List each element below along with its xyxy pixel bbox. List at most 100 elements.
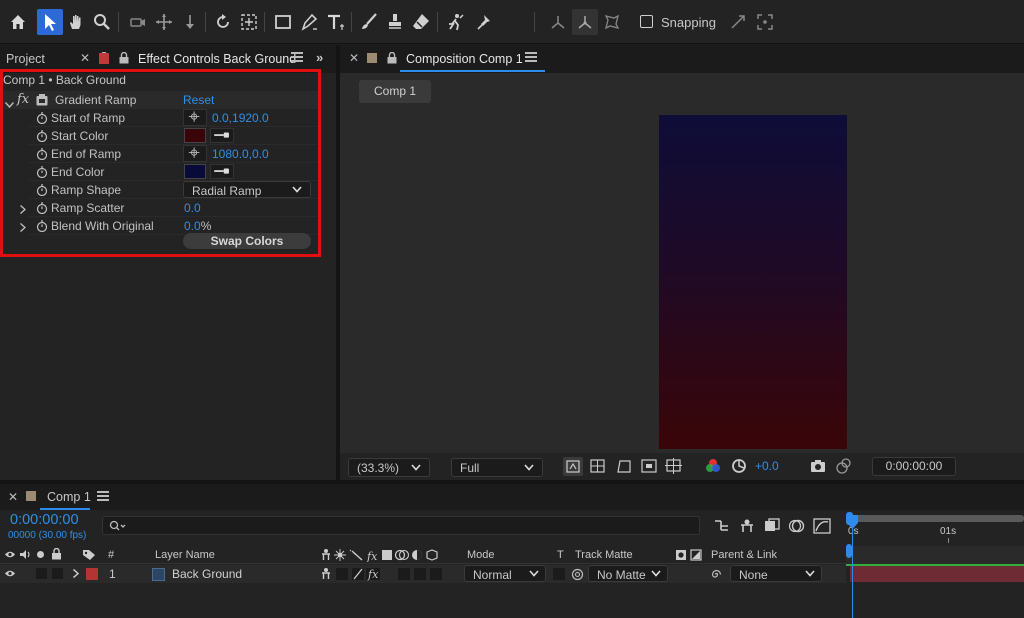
playhead-line[interactable] [852,522,853,618]
mode-column-header[interactable]: Mode [467,549,495,561]
graph-editor-icon[interactable] [813,518,831,537]
resolution-dropdown[interactable]: Full [451,458,543,477]
timeline-panel: ✕ Comp 1 0:00:00:00 00000 (30.00 fps) # … [0,484,1024,618]
anchor-point-icon[interactable] [236,9,262,35]
snap-target-icon[interactable] [752,9,778,35]
chevron-down-icon [651,570,661,577]
track-matte-column-header[interactable]: Track Matte [575,549,633,561]
comp-viewer[interactable]: Comp 1 [340,73,1024,453]
local-axis-icon[interactable] [545,9,571,35]
chevron-right-icon[interactable] [73,569,79,578]
show-snapshot-icon[interactable] [834,457,852,478]
puppet-pin-icon[interactable] [472,9,498,35]
lock-checkbox[interactable] [52,568,63,579]
track-matte-dropdown[interactable]: No Matte [588,565,668,582]
layer-duration-bar[interactable] [850,566,1024,582]
guides-icon[interactable] [665,457,683,478]
home-icon[interactable] [5,9,31,35]
solo-checkbox[interactable] [36,568,47,579]
brush-icon[interactable] [356,9,382,35]
exposure-value[interactable]: +0.0 [755,459,779,473]
ruler-label-01s: 01s [940,526,957,537]
search-input[interactable] [102,516,700,535]
lock-icon[interactable] [387,51,397,64]
tab-effect-controls[interactable]: Effect Controls Back Ground [138,52,296,66]
panel-menu-icon[interactable] [291,52,303,62]
parent-dropdown[interactable]: None [730,565,822,582]
layer-visibility-eye-icon[interactable] [4,569,16,578]
world-axis-icon[interactable] [572,9,598,35]
timeline-timecode[interactable]: 0:00:00:00 [10,512,79,528]
close-icon[interactable]: ✕ [8,490,18,504]
time-ruler-area[interactable]: 0s 01s [846,512,1024,618]
roto-brush-icon[interactable] [442,9,468,35]
motion-blur-checkbox[interactable] [398,568,410,580]
layer-switches-icons: fx [320,548,444,565]
playhead-icon[interactable] [846,514,859,530]
blend-mode-dropdown[interactable]: Normal [464,565,546,582]
shy-layers-icon[interactable] [738,518,756,537]
zoom-icon[interactable] [89,9,115,35]
layer-name-column-header[interactable]: Layer Name [155,549,215,561]
mask-path-icon[interactable] [615,457,633,478]
3d-layer-checkbox[interactable] [430,568,442,580]
pen-icon[interactable] [296,9,322,35]
active-tab-underline [400,70,545,72]
layer-row[interactable]: 1 Back Ground fx Normal No Matte None [0,565,846,583]
label-tag-icon[interactable] [82,549,96,561]
region-of-interest-icon[interactable] [640,457,658,478]
pickwhip-icon[interactable] [571,568,584,581]
t-column-header: T [557,549,564,561]
type-icon[interactable] [322,9,348,35]
audio-icon[interactable] [19,549,31,560]
rectangle-icon[interactable] [270,9,296,35]
parent-column-header[interactable]: Parent & Link [711,549,777,561]
tab-composition[interactable]: Composition Comp 1 [406,52,523,66]
panel-menu-icon[interactable] [525,52,537,62]
reset-exposure-icon[interactable] [730,457,748,478]
snapping-checkbox[interactable] [640,15,653,28]
eraser-icon[interactable] [408,9,434,35]
comp-1-nav-button[interactable]: Comp 1 [359,80,431,103]
layer-label-color[interactable] [86,568,98,580]
motion-blur-icon[interactable] [788,518,806,537]
snapshot-camera-icon[interactable] [809,457,827,478]
zoom-dropdown[interactable]: (33.3%) [348,458,430,477]
composition-flowchart-icon[interactable] [713,518,731,537]
snap-expand-icon[interactable] [725,9,751,35]
effect-controls-label-chip [99,53,109,64]
transparency-grid-icon[interactable] [589,457,607,478]
hand-icon[interactable] [63,9,89,35]
frame-blending-icon[interactable] [763,518,781,537]
solo-icon[interactable] [37,551,44,558]
rotate-icon[interactable] [210,9,236,35]
close-icon[interactable]: ✕ [80,51,90,65]
layer-switches[interactable]: fx [320,567,384,581]
panel-lock-icon[interactable] [119,51,129,64]
preserve-transparency-checkbox[interactable] [553,568,565,580]
color-channels-icon[interactable] [704,457,722,478]
clone-stamp-icon[interactable] [382,9,408,35]
composition-tabbar: ✕ Composition Comp 1 [340,45,1024,73]
panel-menu-icon[interactable] [97,491,109,501]
orbit-camera-icon[interactable] [125,9,151,35]
view-axis-icon[interactable] [599,9,625,35]
track-z-icon[interactable] [177,9,203,35]
playhead-handle[interactable] [846,544,852,558]
work-area-bar[interactable] [850,515,1024,522]
video-eye-icon[interactable] [4,550,16,559]
layer-number: 1 [109,567,116,581]
viewer-timecode[interactable]: 0:00:00:00 [872,457,956,476]
panel-overflow-icon[interactable]: » [316,50,323,65]
comp-canvas[interactable] [659,115,847,449]
tab-timeline-comp[interactable]: Comp 1 [47,490,91,504]
fast-previews-icon[interactable] [563,457,583,476]
close-icon[interactable]: ✕ [349,51,359,65]
parent-pickwhip-icon[interactable] [710,568,723,581]
adjustment-checkbox[interactable] [414,568,426,580]
layer-name[interactable]: Back Ground [172,567,242,581]
tab-project[interactable]: Project [6,52,45,66]
lock-icon[interactable] [51,548,62,560]
selection-arrow-icon[interactable] [37,9,63,35]
pan-behind-icon[interactable] [151,9,177,35]
